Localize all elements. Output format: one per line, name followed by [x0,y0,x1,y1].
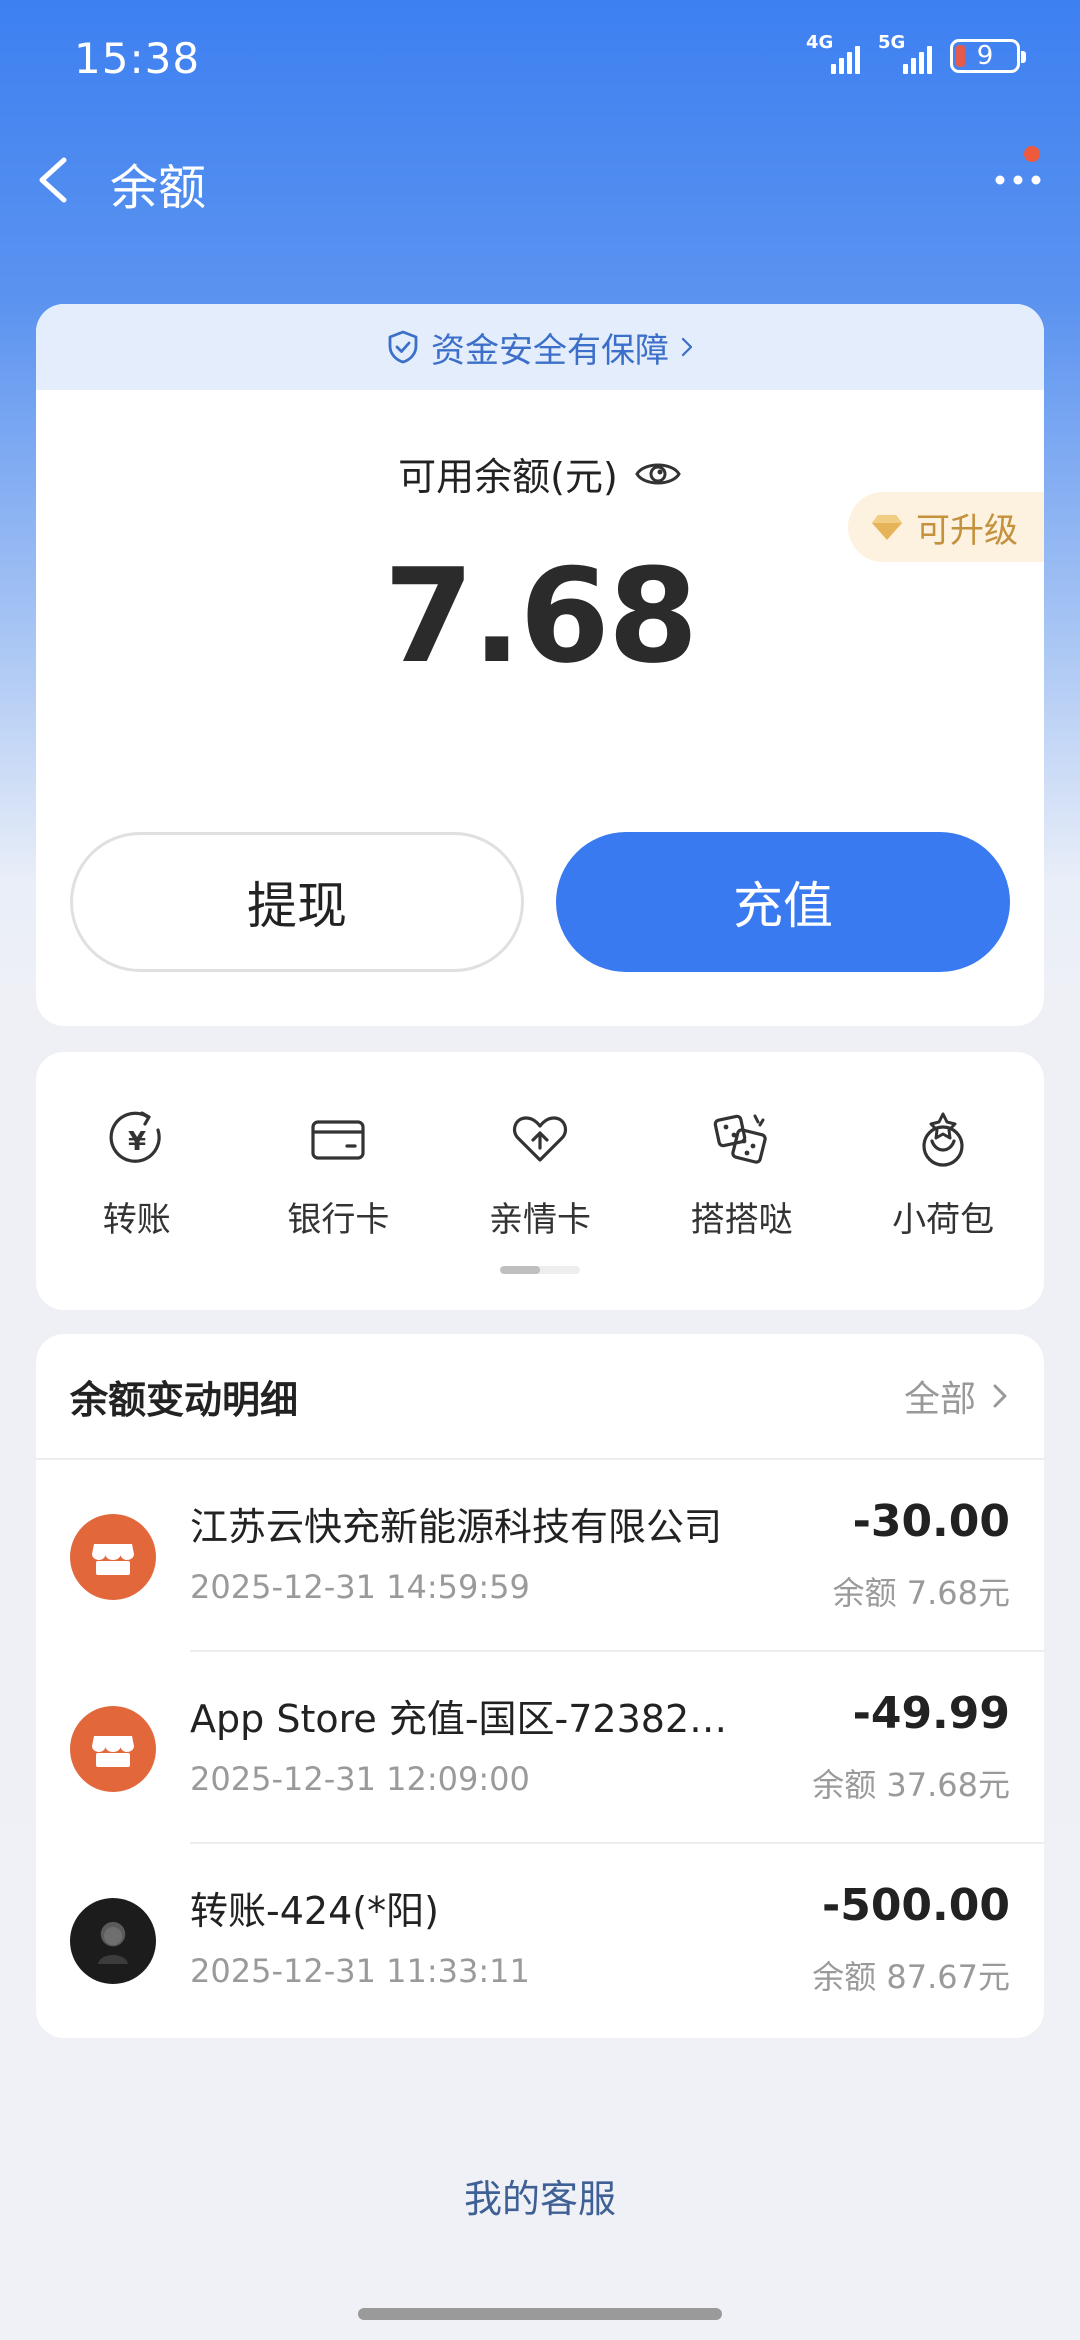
shortcut-pouch[interactable]: 小荷包 [842,1108,1044,1241]
notification-dot [1024,146,1040,162]
safety-guarantee-link[interactable]: 资金安全有保障 [36,304,1044,390]
shortcut-dadada[interactable]: 搭搭哒 [641,1108,843,1241]
chevron-right-icon [993,1384,1007,1408]
battery-level: 9 [976,41,994,71]
family-card-heart-icon [512,1116,568,1162]
customer-service-link[interactable]: 我的客服 [0,2168,1080,2223]
bank-card-icon [311,1120,365,1160]
chevron-right-icon [681,337,693,357]
transaction-balance: 余额 7.68元 [832,1574,1010,1612]
transaction-time: 2025-12-31 11:33:11 [190,1952,530,1990]
balance-details-card: 余额变动明细 全部 江苏云快充新能源科技有限公司 2025-12-31 14:5… [36,1334,1044,2038]
chevron-left-icon[interactable] [30,150,82,210]
transaction-amount: -30.00 [852,1496,1010,1547]
balance-card: 资金安全有保障 可用余额(元) 可升级 7.68 提现 充值 [36,304,1044,1026]
home-indicator[interactable] [358,2308,722,2320]
safety-text: 资金安全有保障 [431,330,669,371]
recharge-button[interactable]: 充值 [556,832,1010,972]
status-time: 15:38 [74,34,201,83]
pouch-icon [922,1112,964,1167]
shortcut-bank-card[interactable]: 银行卡 [238,1108,440,1241]
withdraw-button[interactable]: 提现 [70,832,524,972]
transaction-balance: 余额 87.67元 [812,1958,1010,1996]
transaction-balance: 余额 37.68元 [812,1766,1010,1804]
store-icon [70,1514,156,1600]
signal-4g-icon: 4G [806,32,860,74]
transaction-row[interactable]: 江苏云快充新能源科技有限公司 2025-12-31 14:59:59 -30.0… [36,1460,1044,1652]
shortcut-transfer[interactable]: ¥ 转账 [36,1108,238,1241]
transaction-time: 2025-12-31 12:09:00 [190,1760,530,1798]
shortcut-card: ¥ 转账 银行卡 亲情卡 搭搭哒 小荷包 [36,1052,1044,1310]
transaction-row[interactable]: App Store 充值-国区-723826327... 2025-12-31 … [36,1652,1044,1844]
eye-icon[interactable] [634,456,682,492]
transaction-row[interactable]: 转账-424(*阳) 2025-12-31 11:33:11 -500.00 余… [36,1844,1044,2036]
more-horizontal-icon[interactable] [990,148,1050,208]
transaction-name: App Store 充值-国区-723826327... [190,1697,750,1741]
signal-5g-icon: 5G [878,32,932,74]
status-icons: 4G 5G 9 [806,32,1026,74]
transaction-amount: -49.99 [852,1688,1010,1739]
balance-amount: 7.68 [383,540,699,692]
transaction-name: 转账-424(*阳) [190,1889,439,1933]
view-all-link[interactable]: 全部 [904,1370,1010,1422]
transfer-yuan-icon: ¥ [109,1111,161,1163]
shield-check-icon [388,330,418,364]
transaction-name: 江苏云快充新能源科技有限公司 [190,1505,723,1549]
transaction-amount: -500.00 [821,1880,1010,1931]
transaction-time: 2025-12-31 14:59:59 [190,1568,530,1606]
diamond-icon [872,515,902,540]
details-title: 余额变动明细 [70,1377,299,1422]
battery-icon: 9 [950,39,1026,73]
store-icon [70,1706,156,1792]
page-title: 余额 [110,160,207,216]
shortcut-family-card[interactable]: 亲情卡 [439,1108,641,1241]
page-indicator [500,1266,580,1274]
user-avatar [70,1898,156,1984]
dice-icon [713,1114,767,1164]
svg-text:¥: ¥ [128,1127,146,1157]
